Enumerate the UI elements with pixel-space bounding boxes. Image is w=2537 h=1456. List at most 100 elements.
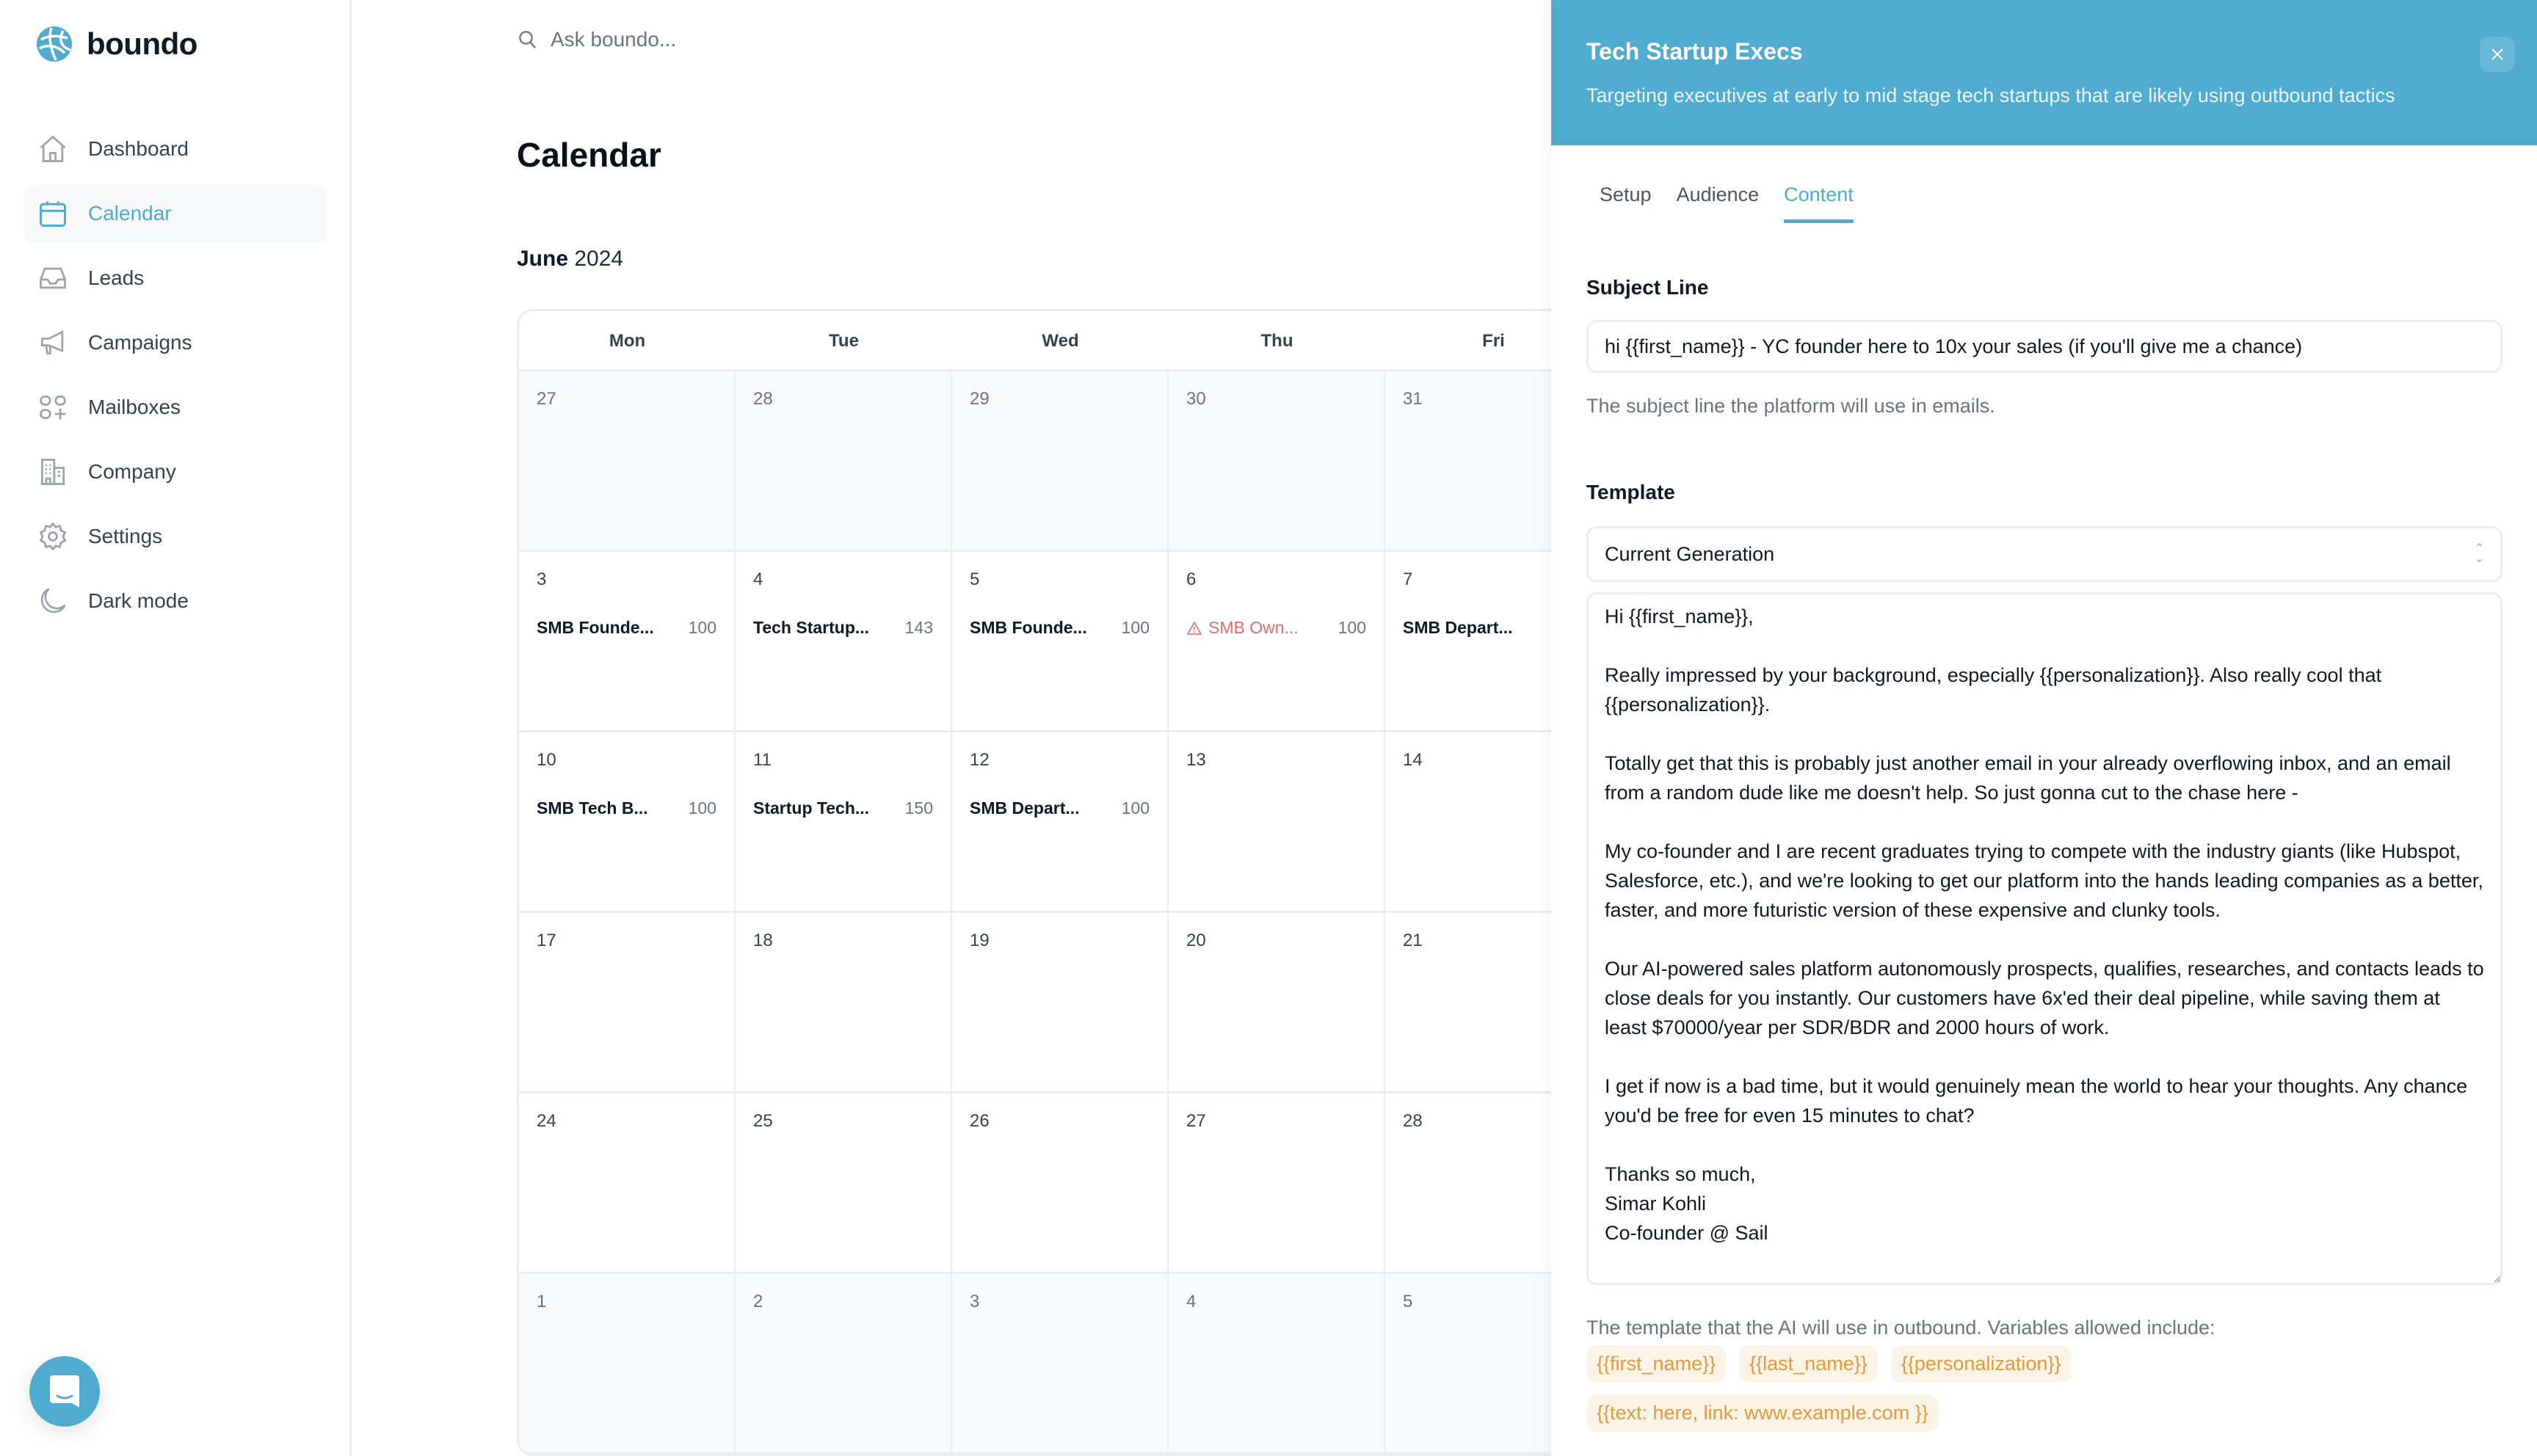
year: 2024 [574, 247, 624, 271]
chat-launcher-button[interactable] [29, 1356, 100, 1427]
calendar-day-cell[interactable]: 1 [519, 1274, 736, 1452]
subject-line-help: The subject line the platform will use i… [1586, 395, 1995, 417]
calendar-day-cell[interactable]: 28 [736, 371, 952, 550]
calendar-day-cell[interactable]: 25 [736, 1093, 952, 1272]
calendar-day-cell[interactable]: 20 [1169, 913, 1385, 1091]
month-name: June [517, 247, 569, 271]
calendar-day-cell[interactable]: 26 [952, 1093, 1169, 1272]
calendar-day-cell[interactable]: 12 SMB Depart... 100 [952, 732, 1169, 911]
calendar-event[interactable]: SMB Own... 100 [1186, 618, 1366, 638]
calendar-day-cell[interactable]: 5 SMB Founde... 100 [952, 552, 1169, 730]
sidebar-item-dashboard[interactable]: Dashboard [23, 120, 327, 178]
calendar-day-cell[interactable]: 2 [736, 1274, 952, 1452]
calendar-week-row: 17 18 19 20 21 [519, 913, 1660, 1093]
sidebar-item-label: Calendar [88, 202, 172, 225]
search-bar [517, 28, 991, 51]
sidebar-item-dark-mode[interactable]: Dark mode [23, 572, 327, 630]
sidebar-item-company[interactable]: Company [23, 443, 327, 501]
tab-setup[interactable]: Setup [1600, 183, 1652, 223]
variable-chip-personalization[interactable]: {{personalization}} [1890, 1345, 2072, 1383]
subject-line-input[interactable] [1586, 320, 2502, 373]
calendar-day-cell[interactable]: 10 SMB Tech B... 100 [519, 732, 736, 911]
calendar-week-row: 12345 [519, 1274, 1660, 1454]
sidebar-item-label: Mailboxes [88, 396, 181, 418]
calendar-event[interactable]: SMB Tech B... 100 [537, 798, 716, 818]
weekday-label: Mon [609, 331, 646, 351]
sidebar-item-mailboxes[interactable]: Mailboxes [23, 378, 327, 437]
calendar-day-cell[interactable]: 27 [519, 371, 736, 550]
inbox-icon [37, 262, 69, 294]
calendar-day-cell[interactable]: 19 [952, 913, 1169, 1091]
event-lead-count: 100 [1338, 618, 1366, 637]
sidebar-item-calendar[interactable]: Calendar [23, 184, 327, 243]
day-number: 19 [970, 931, 990, 950]
close-button[interactable] [2480, 37, 2515, 72]
calendar-day-cell[interactable]: 6 SMB Own... 100 [1169, 552, 1385, 730]
calendar-day-cell[interactable]: 27 [1169, 1093, 1385, 1272]
day-number: 24 [537, 1111, 556, 1131]
sidebar-item-label: Settings [88, 525, 163, 547]
sidebar-item-settings[interactable]: Settings [23, 507, 327, 566]
calendar-day-cell[interactable]: 18 [736, 913, 952, 1091]
calendar-icon [37, 197, 69, 230]
moon-icon [37, 585, 69, 617]
event-lead-count: 100 [1121, 798, 1150, 818]
calendar-body: 27 28 29 30 31 3 SMB Founde... 100 4 Tech Startup… [519, 371, 1660, 1454]
variable-chips: {{first_name}} {{last_name}} {{personali… [1586, 1345, 2247, 1432]
calendar-day-cell[interactable]: 3 [952, 1274, 1169, 1452]
template-help: The template that the AI will use in out… [1586, 1317, 2215, 1339]
event-name: SMB Depart... [970, 798, 1080, 818]
calendar-day-cell[interactable]: 11 Startup Tech... 150 [736, 732, 952, 911]
calendar-day-cell[interactable]: 24 [519, 1093, 736, 1272]
subject-line-label: Subject Line [1586, 276, 1709, 299]
day-number: 4 [1186, 1292, 1197, 1311]
logo[interactable]: boundo [35, 25, 197, 63]
app-name: boundo [87, 26, 197, 61]
home-icon [37, 133, 69, 165]
event-name-text: Startup Tech... [753, 798, 870, 818]
sidebar-item-label: Dashboard [88, 137, 189, 160]
calendar-event[interactable]: Tech Startup... 143 [753, 618, 933, 638]
template-label: Template [1586, 481, 1675, 503]
day-number: 6 [1186, 569, 1197, 589]
variable-chip-first-name[interactable]: {{first_name}} [1586, 1345, 1727, 1383]
sidebar-item-label: Dark mode [88, 589, 189, 612]
day-number: 2 [753, 1292, 763, 1311]
sidebar-nav: Dashboard Calendar Leads Campaigns Mailb… [23, 120, 327, 636]
chevron-up-down-icon: ⌃ ⌄ [2474, 542, 2484, 565]
weekday-label: Thu [1260, 331, 1293, 351]
calendar-day-cell[interactable]: 3 SMB Founde... 100 [519, 552, 736, 730]
calendar-event[interactable]: SMB Depart... 100 [970, 798, 1150, 818]
event-lead-count: 100 [1121, 618, 1150, 637]
template-body-textarea[interactable]: Hi {{first_name}}, Really impressed by y… [1586, 592, 2502, 1285]
sidebar-item-leads[interactable]: Leads [23, 249, 327, 307]
variable-chip-last-name[interactable]: {{last_name}} [1739, 1345, 1878, 1383]
panel-title: Tech Startup Execs [1586, 38, 1803, 65]
calendar-event[interactable]: Startup Tech... 150 [753, 798, 933, 818]
day-number: 27 [1186, 1111, 1206, 1131]
event-name-text: SMB Tech B... [537, 798, 648, 818]
tab-content[interactable]: Content [1784, 183, 1854, 223]
sidebar-item-label: Leads [88, 266, 145, 289]
month-label: June 2024 [517, 247, 623, 272]
template-select[interactable]: Current Generation ⌃ ⌄ [1586, 526, 2502, 582]
calendar-day-cell[interactable]: 29 [952, 371, 1169, 550]
close-icon [2491, 48, 2503, 60]
calendar-day-cell[interactable]: 17 [519, 913, 736, 1091]
day-number: 18 [753, 931, 773, 950]
calendar-day-cell[interactable]: 30 [1169, 371, 1385, 550]
event-lead-count: 150 [904, 798, 933, 818]
calendar-day-cell[interactable]: 13 [1169, 732, 1385, 911]
calendar-day-cell[interactable]: 4 Tech Startup... 143 [736, 552, 952, 730]
calendar-week-row: 3 SMB Founde... 100 4 Tech Startup... 143 5 SMB… [519, 552, 1660, 732]
calendar-day-cell[interactable]: 4 [1169, 1274, 1385, 1452]
day-number: 4 [753, 569, 763, 589]
sidebar-item-campaigns[interactable]: Campaigns [23, 313, 327, 372]
event-lead-count: 143 [904, 618, 933, 637]
tab-audience[interactable]: Audience [1677, 183, 1760, 223]
calendar-event[interactable]: SMB Founde... 100 [537, 618, 716, 638]
variable-chip-link[interactable]: {{text: here, link: www.example.com }} [1586, 1394, 1939, 1432]
search-input[interactable] [551, 28, 991, 51]
event-name-text: SMB Own... [1208, 618, 1299, 637]
calendar-event[interactable]: SMB Founde... 100 [970, 618, 1150, 638]
